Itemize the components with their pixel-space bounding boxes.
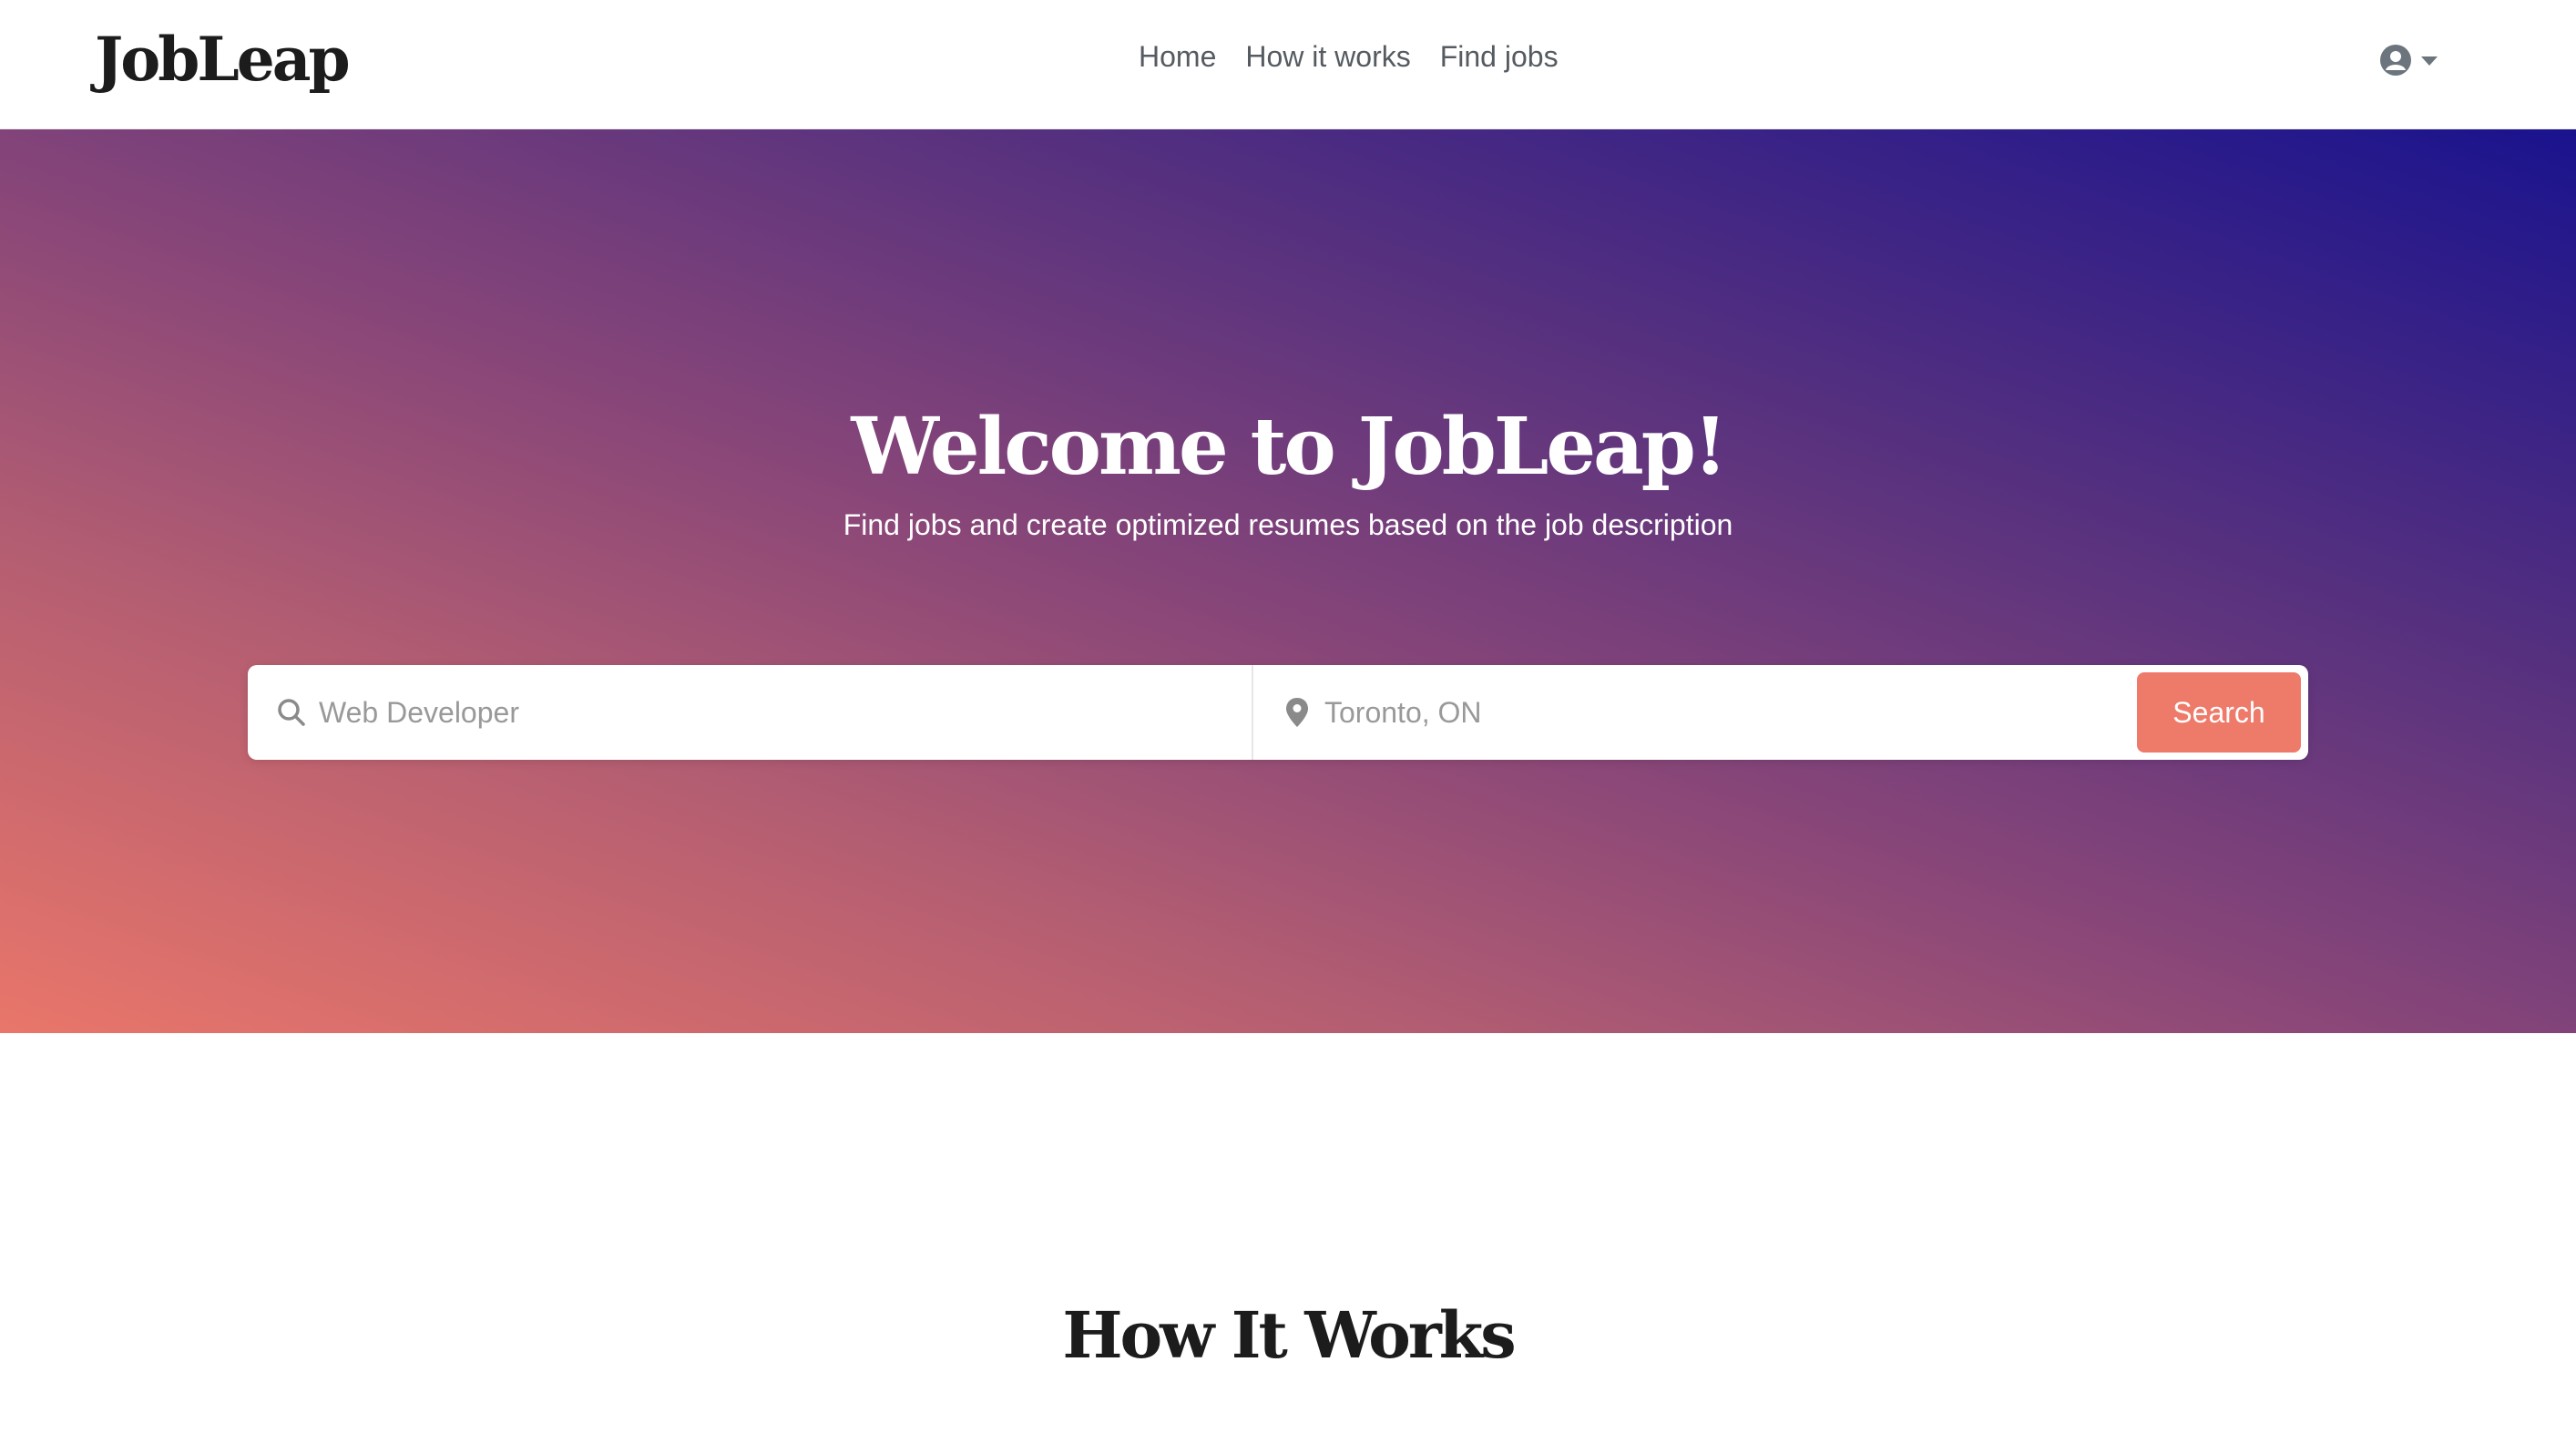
top-navbar: JobLeap Home How it works Find jobs xyxy=(0,0,2576,129)
search-button[interactable]: Search xyxy=(2137,672,2301,753)
user-circle-icon xyxy=(2379,44,2412,77)
caret-down-icon xyxy=(2421,56,2438,66)
hero-subtitle: Find jobs and create optimized resumes b… xyxy=(843,508,1733,541)
search-icon xyxy=(271,692,312,732)
brand-logo[interactable]: JobLeap xyxy=(95,24,351,95)
nav-link-find-jobs[interactable]: Find jobs xyxy=(1440,40,1559,74)
job-keyword-field xyxy=(248,665,1253,760)
nav-link-home[interactable]: Home xyxy=(1139,40,1216,74)
hero-section: Welcome to JobLeap! Find jobs and create… xyxy=(0,129,2576,1033)
main-nav: Home How it works Find jobs xyxy=(1139,40,1559,74)
job-location-field xyxy=(1253,665,2179,760)
map-pin-icon xyxy=(1277,692,1317,732)
how-it-works-heading: How It Works xyxy=(1062,1297,1516,1373)
user-menu-toggle[interactable] xyxy=(2379,44,2438,77)
hero-title: Welcome to JobLeap! xyxy=(851,401,1727,493)
job-search-form: Search xyxy=(248,665,2308,760)
job-location-input[interactable] xyxy=(1324,695,2144,730)
nav-link-how-it-works[interactable]: How it works xyxy=(1245,40,1410,74)
job-keyword-input[interactable] xyxy=(319,695,1139,730)
